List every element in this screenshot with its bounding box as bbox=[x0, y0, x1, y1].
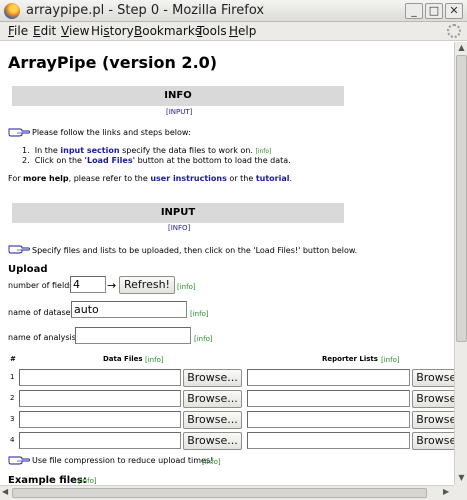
page-title: ArrayPipe (version 2.0) bbox=[8, 53, 218, 72]
menu-view[interactable]: View bbox=[61, 24, 89, 38]
step1-info-link[interactable]: [info] bbox=[255, 148, 271, 155]
info-section-header: INFO bbox=[12, 86, 344, 106]
input-intro-text: Specify files and lists to be uploaded, … bbox=[32, 246, 358, 255]
input-section-link[interactable]: input section bbox=[60, 146, 119, 155]
data-file-browse-button[interactable]: Browse... bbox=[183, 369, 242, 387]
data-files-info-link[interactable]: [info] bbox=[145, 356, 164, 364]
menu-tools[interactable]: Tools bbox=[197, 24, 227, 38]
reporter-list-browse-button[interactable]: Browse... bbox=[412, 390, 454, 408]
row-number-header: # bbox=[10, 355, 16, 363]
analysis-name-input[interactable] bbox=[75, 327, 191, 344]
maximize-button[interactable]: □ bbox=[425, 3, 443, 19]
reporter-lists-info-link[interactable]: [info] bbox=[381, 356, 400, 364]
dataset-name-label: name of dataset: bbox=[8, 308, 77, 317]
scroll-left-icon[interactable]: ◀ bbox=[2, 487, 8, 496]
menu-history[interactable]: History bbox=[91, 24, 134, 38]
example-files-info-link[interactable]: [info] bbox=[78, 477, 97, 485]
info-anchor-link[interactable]: [INFO] bbox=[168, 224, 190, 232]
window-titlebar[interactable]: arraypipe.pl - Step 0 - Mozilla Firefox … bbox=[0, 0, 467, 22]
tutorial-link[interactable]: tutorial bbox=[256, 174, 290, 183]
pointing-hand-icon bbox=[8, 245, 30, 254]
scrollbar-corner bbox=[454, 485, 467, 500]
scroll-right-icon[interactable]: ▶ bbox=[443, 487, 449, 496]
analysis-name-label: name of analysis: bbox=[8, 333, 79, 342]
compression-note: Use file compression to reduce upload ti… bbox=[32, 456, 214, 465]
data-file-input[interactable] bbox=[19, 369, 181, 386]
data-file-input[interactable] bbox=[19, 390, 181, 407]
row-number: 4 bbox=[10, 436, 15, 444]
vertical-scroll-thumb[interactable] bbox=[456, 55, 467, 342]
row-number: 2 bbox=[10, 394, 15, 402]
user-instructions-link[interactable]: user instructions bbox=[150, 174, 227, 183]
scroll-down-icon[interactable]: ▼ bbox=[456, 473, 467, 484]
scroll-up-icon[interactable]: ▲ bbox=[456, 43, 467, 54]
menu-edit[interactable]: Edit bbox=[33, 24, 56, 38]
dataset-info-link[interactable]: [info] bbox=[190, 310, 209, 318]
data-file-input[interactable] bbox=[19, 411, 181, 428]
reporter-list-browse-button[interactable]: Browse... bbox=[412, 369, 454, 387]
info-step-2: 2. Click on the 'Load Files' button at t… bbox=[22, 156, 291, 165]
analysis-info-link[interactable]: [info] bbox=[194, 335, 213, 343]
activity-throbber-icon bbox=[447, 24, 461, 38]
reporter-list-input[interactable] bbox=[247, 411, 410, 428]
input-section-header: INPUT bbox=[12, 203, 344, 223]
data-file-browse-button[interactable]: Browse... bbox=[183, 432, 242, 450]
data-file-input[interactable] bbox=[19, 432, 181, 449]
horizontal-scroll-thumb[interactable] bbox=[12, 488, 427, 498]
menu-bar: File Edit View History Bookmarks Tools H… bbox=[0, 22, 467, 41]
dataset-name-input[interactable]: auto bbox=[71, 301, 187, 318]
data-file-browse-button[interactable]: Browse... bbox=[183, 411, 242, 429]
firefox-logo-icon bbox=[4, 3, 20, 19]
menu-file[interactable]: File bbox=[8, 24, 28, 38]
data-file-browse-button[interactable]: Browse... bbox=[183, 390, 242, 408]
window-title: arraypipe.pl - Step 0 - Mozilla Firefox bbox=[26, 3, 265, 18]
upload-heading: Upload bbox=[8, 264, 48, 275]
menu-help[interactable]: Help bbox=[229, 24, 256, 38]
example-files-heading: Example files: bbox=[8, 475, 87, 485]
pointing-hand-icon bbox=[8, 456, 30, 465]
data-files-header: Data Files bbox=[103, 355, 143, 363]
reporter-list-input[interactable] bbox=[247, 432, 410, 449]
horizontal-scrollbar[interactable]: ◀ ▶ bbox=[0, 485, 454, 500]
row-number: 3 bbox=[10, 415, 15, 423]
row-number: 1 bbox=[10, 373, 15, 381]
vertical-scrollbar[interactable]: ▲ ▼ bbox=[454, 42, 467, 485]
reporter-lists-header: Reporter Lists bbox=[322, 355, 378, 363]
pointing-hand-icon bbox=[8, 128, 30, 137]
page-viewport: ArrayPipe (version 2.0) INFO [INPUT] Ple… bbox=[0, 42, 454, 485]
number-of-fields-label: number of fields bbox=[8, 281, 74, 290]
reporter-list-browse-button[interactable]: Browse... bbox=[412, 432, 454, 450]
arrow-icon: → bbox=[107, 279, 117, 292]
fields-info-link[interactable]: [info] bbox=[177, 283, 196, 291]
refresh-button[interactable]: Refresh! bbox=[119, 276, 175, 294]
compression-info-link[interactable]: [info] bbox=[202, 458, 221, 466]
info-step-1: 1. In the input section specify the data… bbox=[22, 146, 272, 155]
reporter-list-input[interactable] bbox=[247, 369, 410, 386]
input-anchor-link[interactable]: [INPUT] bbox=[166, 108, 192, 116]
info-intro-text: Please follow the links and steps below: bbox=[32, 128, 191, 137]
help-text: For more help, please refer to the user … bbox=[8, 174, 293, 183]
minimize-button[interactable]: _ bbox=[405, 3, 423, 19]
close-button[interactable]: ✕ bbox=[445, 3, 463, 19]
reporter-list-browse-button[interactable]: Browse... bbox=[412, 411, 454, 429]
number-of-fields-input[interactable]: 4 bbox=[70, 276, 106, 293]
menu-bookmarks[interactable]: Bookmarks bbox=[134, 24, 201, 38]
reporter-list-input[interactable] bbox=[247, 390, 410, 407]
